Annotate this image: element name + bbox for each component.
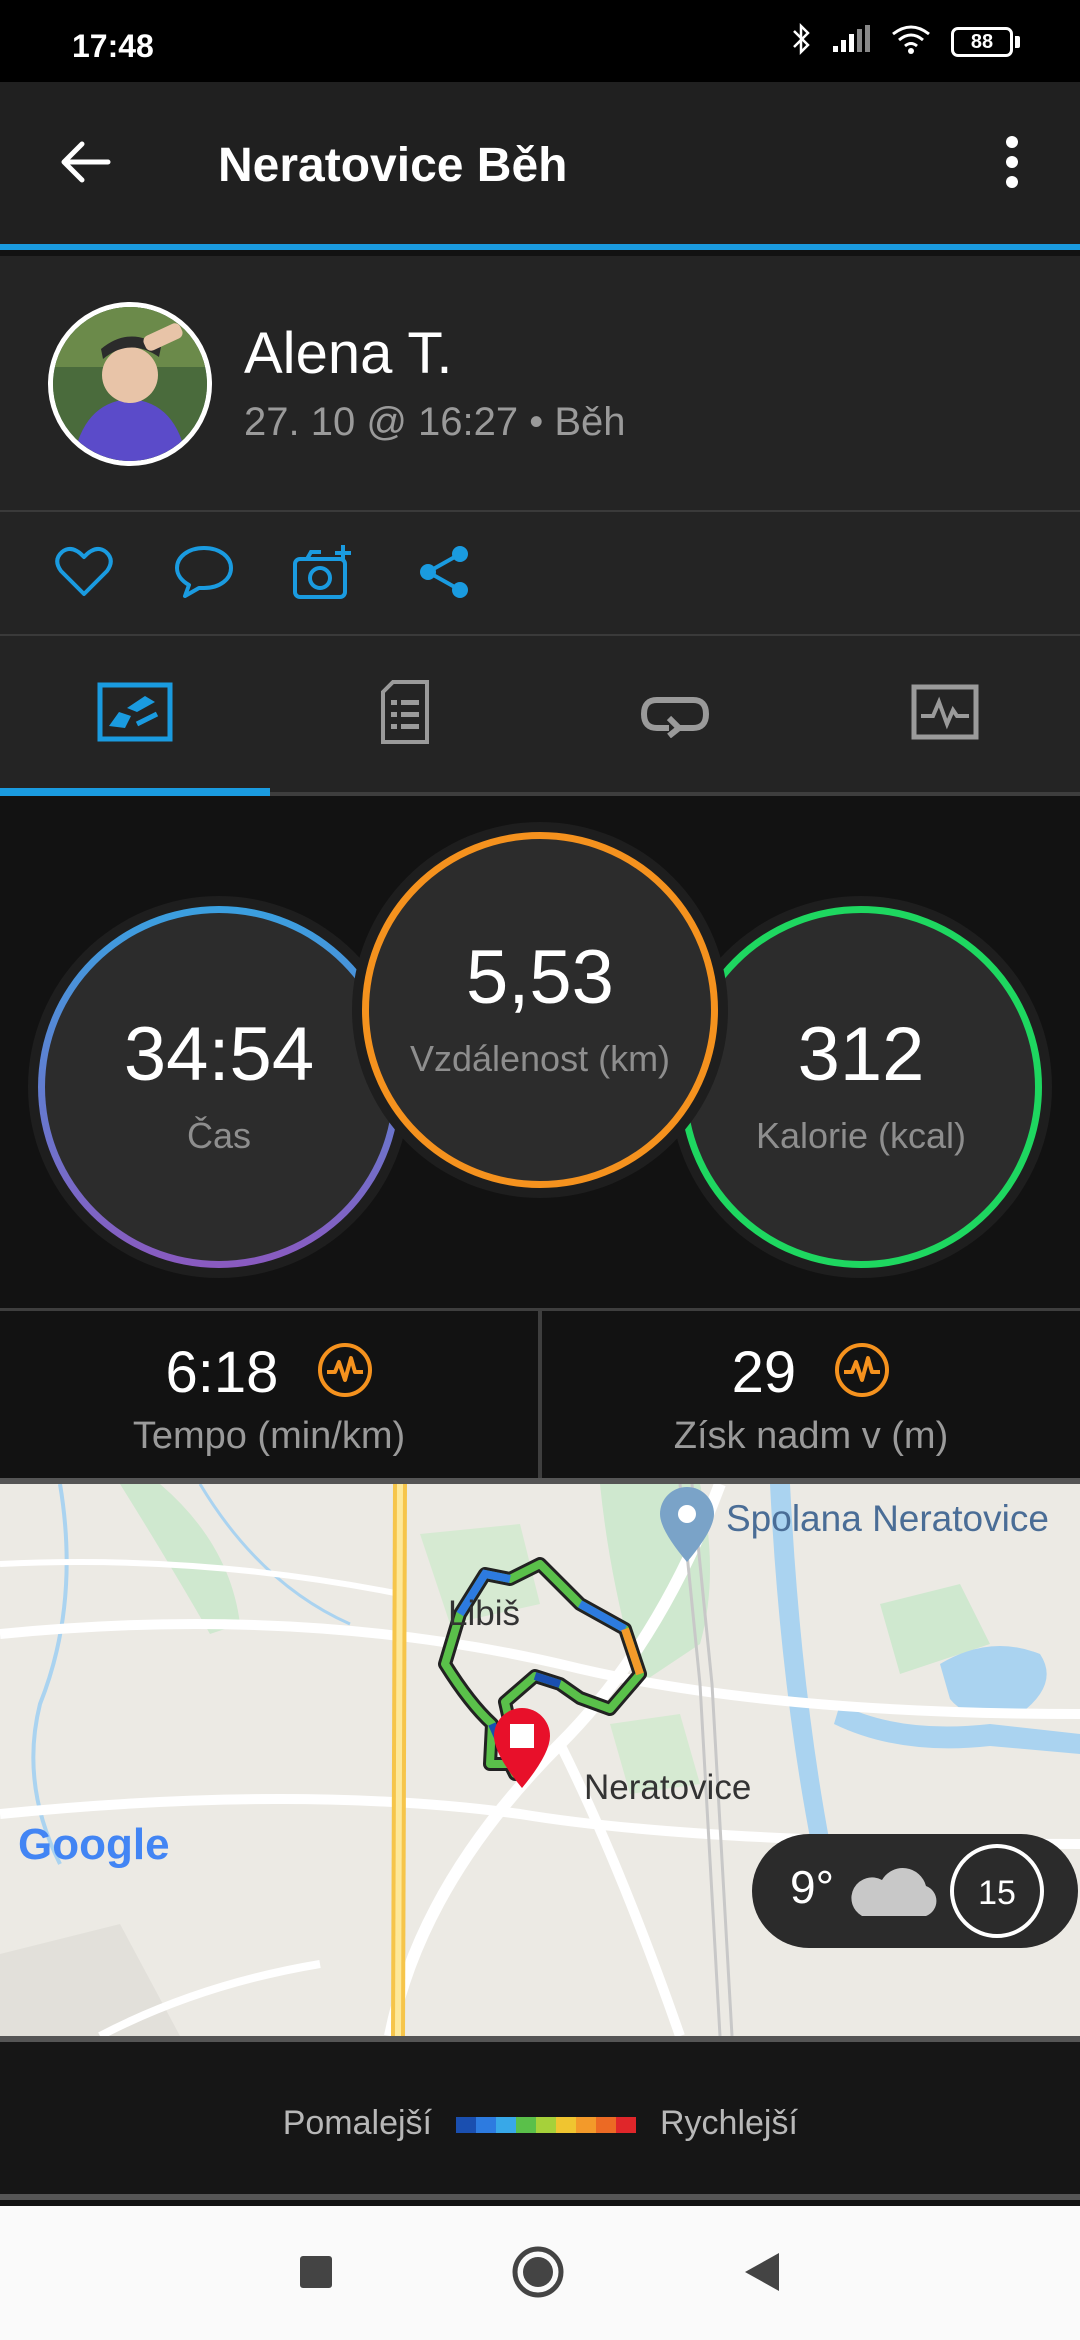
weather-temperature: 9° [790, 1861, 834, 1913]
battery-icon: 88 [951, 26, 1020, 57]
calories-label: Kalorie (kcal) [755, 1115, 967, 1156]
time-stat: 34:54 Čas [38, 906, 400, 1268]
pace-label: Tempo (min/km) [132, 1415, 406, 1457]
activity-owner-card: Alena T. 27. 10 @ 16:27 • Běh [0, 256, 1080, 512]
time-label: Čas [186, 1115, 252, 1156]
comment-button[interactable] [172, 542, 236, 606]
pace-color-step [536, 2117, 556, 2133]
pace-color-step [456, 2117, 476, 2133]
system-nav-bar [0, 2206, 1080, 2340]
status-icons: 88 [791, 22, 1020, 61]
legend-slower: Pomalejší [282, 2104, 432, 2142]
cloud-icon [842, 1864, 942, 1925]
pace-color-step [576, 2117, 596, 2133]
map-label-poi: Spolana Neratovice [726, 1498, 1049, 1539]
distance-label: Vzdálenost (km) [409, 1038, 671, 1079]
battery-level: 88 [951, 26, 1013, 57]
pulse-icon [834, 1342, 890, 1412]
distance-value: 5,53 [466, 935, 614, 1020]
elevation-value: 29 [731, 1340, 797, 1405]
app-bar: Neratovice Běh [0, 82, 1080, 250]
more-options-button[interactable] [984, 128, 1040, 200]
tab-summary[interactable] [0, 636, 270, 792]
pace-legend: Pomalejší Rychlejší [0, 2036, 1080, 2200]
calories-stat: 312 Kalorie (kcal) [680, 906, 1042, 1268]
add-photo-icon [291, 543, 357, 606]
activity-date-type: 27. 10 @ 16:27 • Běh [244, 400, 626, 444]
poi-pin-icon [658, 1486, 716, 1569]
selected-tab-indicator [0, 788, 270, 796]
summary-map-icon [97, 682, 173, 747]
summary-stats: 34:54 Čas 312 Kalorie (kcal) 5,53 Vzdále… [0, 800, 1080, 1308]
tab-laps[interactable] [540, 636, 810, 792]
circle-home-icon [511, 2245, 565, 2304]
route-map[interactable]: Spolana Neratovice Libiš Neratovice Goog… [0, 1478, 1080, 2036]
google-logo: Google [18, 1820, 170, 1869]
details-document-icon [379, 678, 431, 751]
time-value: 34:54 [123, 1012, 315, 1097]
legend-faster: Rychlejší [660, 2104, 798, 2142]
pace-color-step [476, 2117, 496, 2133]
square-icon [300, 2255, 332, 2293]
avatar[interactable] [48, 302, 212, 466]
pace-color-step [616, 2117, 636, 2133]
like-button[interactable] [52, 542, 116, 606]
social-actions [0, 512, 1080, 636]
distance-stat: 5,53 Vzdálenost (km) [362, 832, 718, 1188]
arrow-left-icon [56, 138, 112, 191]
weather-widget[interactable]: 9° 15 [752, 1834, 1078, 1948]
status-bar: 17:48 88 [0, 0, 1080, 82]
pace-color-scale [456, 2117, 636, 2133]
map-label-town: Neratovice [584, 1768, 752, 1807]
back-nav-button[interactable] [730, 2242, 794, 2306]
user-name: Alena T. [244, 321, 453, 386]
comment-icon [173, 544, 235, 605]
status-time: 17:48 [72, 28, 154, 64]
wind-dial: 15 [950, 1844, 1044, 1938]
activity-tabs [0, 636, 1080, 796]
elevation-label: Získ nadm v (m) [673, 1415, 949, 1457]
signal-icon [831, 24, 871, 59]
end-marker [490, 1706, 554, 1795]
home-button[interactable] [506, 2242, 570, 2306]
wifi-icon [889, 22, 933, 61]
laps-icon [639, 686, 711, 743]
share-button[interactable] [412, 542, 476, 606]
more-vertical-icon [1004, 135, 1020, 193]
triangle-back-icon [745, 2252, 779, 2296]
share-icon [416, 544, 472, 605]
elevation-metric[interactable]: 29 Získ nadm v (m) [542, 1311, 1080, 1478]
calories-value: 312 [797, 1012, 925, 1097]
back-button[interactable] [48, 128, 120, 200]
recents-button[interactable] [284, 2242, 348, 2306]
heart-icon [55, 546, 113, 603]
add-photo-button[interactable] [292, 542, 356, 606]
secondary-metrics: 6:18 Tempo (min/km) 29 Získ nadm v (m) [0, 1308, 1080, 1478]
pace-color-step [596, 2117, 616, 2133]
page-title: Neratovice Běh [218, 139, 568, 192]
pace-color-step [556, 2117, 576, 2133]
bluetooth-icon [791, 22, 813, 61]
wind-speed: 15 [978, 1874, 1016, 1912]
map-label-libis: Libiš [448, 1594, 520, 1633]
pace-metric[interactable]: 6:18 Tempo (min/km) [0, 1311, 538, 1478]
tab-details[interactable] [270, 636, 540, 792]
pulse-icon [317, 1342, 373, 1412]
pace-color-step [496, 2117, 516, 2133]
pace-color-step [516, 2117, 536, 2133]
pace-value: 6:18 [165, 1340, 279, 1405]
charts-icon [911, 684, 979, 745]
tab-charts[interactable] [810, 636, 1080, 792]
